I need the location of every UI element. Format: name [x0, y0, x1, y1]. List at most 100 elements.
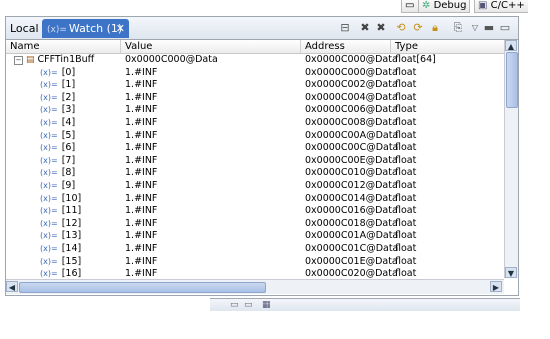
cell-address: 0x0000C012@Data: [305, 180, 398, 191]
table-row[interactable]: (x)= [13] 1.#INF 0x0000C01A@Data float: [6, 230, 504, 243]
debug-perspective-icon: ✲: [422, 0, 431, 11]
table-row[interactable]: (x)= [0] 1.#INF 0x0000C000@Data float: [6, 67, 504, 80]
table-row[interactable]: (x)= [7] 1.#INF 0x0000C00E@Data float: [6, 155, 504, 168]
cell-type: float: [395, 217, 417, 229]
horizontal-scroll-thumb[interactable]: [19, 282, 266, 293]
perspective-cpp-label: C/C++: [490, 0, 525, 11]
column-header-value[interactable]: Value: [121, 40, 301, 53]
scroll-down-button[interactable]: ▼: [505, 267, 517, 278]
column-header-type[interactable]: Type: [391, 40, 504, 53]
column-header-address[interactable]: Address: [301, 40, 391, 53]
table-row[interactable]: (x)= [16] 1.#INF 0x0000C020@Data float: [6, 268, 504, 278]
cell-type: float: [395, 66, 417, 78]
cell-address: 0x0000C016@Data: [305, 205, 398, 217]
lock-icon[interactable]: 🔒︎: [428, 21, 442, 35]
remove-icon[interactable]: ✖: [358, 21, 372, 35]
remove-all-icon[interactable]: ✖: [374, 21, 388, 35]
scroll-up-button[interactable]: ▲: [505, 40, 517, 51]
cell-value: 1.#INF: [125, 142, 158, 154]
table-row[interactable]: (x)= [6] 1.#INF 0x0000C00C@Data float: [6, 142, 504, 155]
table-row[interactable]: (x)= [15] 1.#INF 0x0000C01E@Data float: [6, 256, 504, 269]
variable-icon: (x)=: [40, 181, 58, 190]
cell-type: float[64]: [395, 54, 436, 65]
row-name: [0]: [61, 66, 76, 78]
tab-watch[interactable]: (x)= Watch (1) ✕: [42, 19, 129, 38]
variable-icon: (x)=: [40, 80, 58, 90]
cell-address: 0x0000C01A@Data: [305, 230, 399, 242]
cell-name: (x)= [4]: [6, 117, 121, 130]
row-name: CFFTin1Buff: [37, 54, 95, 65]
new-view-icon[interactable]: ⎘: [451, 21, 465, 35]
variable-icon: (x)=: [40, 244, 58, 253]
cell-name: (x)= [2]: [6, 92, 121, 105]
view-menu-icon[interactable]: ▽: [468, 21, 482, 35]
table-row[interactable]: (x)= [4] 1.#INF 0x0000C008@Data float: [6, 117, 504, 130]
horizontal-scrollbar[interactable]: ◀ ▶: [6, 279, 504, 294]
table-row[interactable]: (x)= [9] 1.#INF 0x0000C012@Data float: [6, 180, 504, 193]
variable-icon: (x)=: [40, 218, 58, 228]
open-perspective-icon: ▭: [405, 0, 415, 11]
cell-type: float: [395, 91, 417, 103]
open-perspective-button[interactable]: ▭: [401, 0, 419, 13]
table-row[interactable]: (x)= [3] 1.#INF 0x0000C006@Data float: [6, 104, 504, 117]
table-row[interactable]: (x)= [10] 1.#INF 0x0000C014@Data float: [6, 193, 504, 206]
row-name: [13]: [61, 230, 82, 242]
cell-address: 0x0000C000@Data: [305, 54, 398, 65]
cell-name: (x)= [5]: [6, 130, 121, 143]
cell-type: float: [395, 154, 417, 166]
minimize-icon[interactable]: ▭: [230, 299, 239, 311]
perspective-cpp[interactable]: ▣ C/C++: [474, 0, 528, 13]
row-name: [14]: [61, 243, 82, 254]
table-row[interactable]: (x)= [2] 1.#INF 0x0000C004@Data float: [6, 92, 504, 105]
table-row[interactable]: (x)= [12] 1.#INF 0x0000C018@Data float: [6, 218, 504, 231]
cell-name: (x)= [3]: [6, 104, 121, 117]
cell-value: 1.#INF: [125, 230, 158, 242]
cell-address: 0x0000C00E@Data: [305, 154, 398, 166]
variable-icon: (x)=: [40, 118, 58, 127]
cell-name: (x)= [0]: [6, 67, 121, 80]
vertical-scrollbar[interactable]: ▲ ▼: [504, 40, 518, 278]
cell-address: 0x0000C00C@Data: [305, 142, 399, 154]
maximize-icon[interactable]: ▭: [244, 299, 253, 311]
table-row[interactable]: (x)= [1] 1.#INF 0x0000C002@Data float: [6, 79, 504, 92]
variable-icon: (x)=: [40, 168, 58, 178]
scroll-left-button[interactable]: ◀: [6, 281, 18, 292]
collapse-all-icon[interactable]: ⊟: [338, 21, 352, 35]
cell-address: 0x0000C000@Data: [305, 66, 398, 78]
table-row[interactable]: (x)= [5] 1.#INF 0x0000C00A@Data float: [6, 130, 504, 143]
watch-view: Local (1) (x)= Watch (1) ✕ ⊟ ✖ ✖ ⟲ ⟳ 🔒︎ ⎘…: [5, 16, 519, 296]
table-header: Name Value Address Type: [6, 40, 504, 54]
cell-address: 0x0000C002@Data: [305, 79, 398, 91]
cell-name: − ▤ CFFTin1Buff: [6, 54, 121, 67]
collapse-toggle-icon[interactable]: −: [14, 56, 23, 65]
row-name: [16]: [61, 268, 82, 278]
variable-icon: (x)=: [40, 193, 58, 203]
close-icon[interactable]: ✕: [116, 19, 125, 38]
table-row[interactable]: − ▤ CFFTin1Buff 0x0000C000@Data 0x0000C000@D…: [6, 54, 504, 67]
variable-icon: (x)=: [40, 105, 58, 115]
perspective-debug[interactable]: ✲ Debug: [418, 0, 471, 13]
cell-name: (x)= [7]: [6, 155, 121, 168]
variable-icon: (x)=: [40, 67, 58, 77]
vertical-scroll-thumb[interactable]: [506, 52, 518, 108]
cell-value: 1.#INF: [125, 243, 158, 254]
tab-watch-label: Watch (1): [68, 22, 123, 35]
table-row[interactable]: (x)= [8] 1.#INF 0x0000C010@Data float: [6, 167, 504, 180]
cell-type: float: [395, 180, 417, 191]
cell-type: float: [395, 142, 417, 154]
cell-value: 1.#INF: [125, 255, 158, 267]
continuous-refresh-icon[interactable]: ⟳: [411, 21, 425, 35]
bottom-view-strip: ▭ ▭ ▦: [210, 298, 520, 311]
table-row[interactable]: (x)= [14] 1.#INF 0x0000C01C@Data float: [6, 243, 504, 256]
refresh-icon[interactable]: ⟲: [394, 21, 408, 35]
column-header-name[interactable]: Name: [6, 40, 121, 53]
cell-value: 1.#INF: [125, 180, 158, 191]
cell-value: 1.#INF: [125, 91, 158, 103]
minimize-icon[interactable]: ▬: [482, 21, 496, 35]
maximize-icon[interactable]: ▭: [498, 21, 512, 35]
cell-name: (x)= [14]: [6, 243, 121, 256]
scroll-right-button[interactable]: ▶: [490, 281, 502, 292]
table-row[interactable]: (x)= [11] 1.#INF 0x0000C016@Data float: [6, 205, 504, 218]
cell-type: float: [395, 230, 417, 242]
row-name: [4]: [61, 117, 76, 128]
